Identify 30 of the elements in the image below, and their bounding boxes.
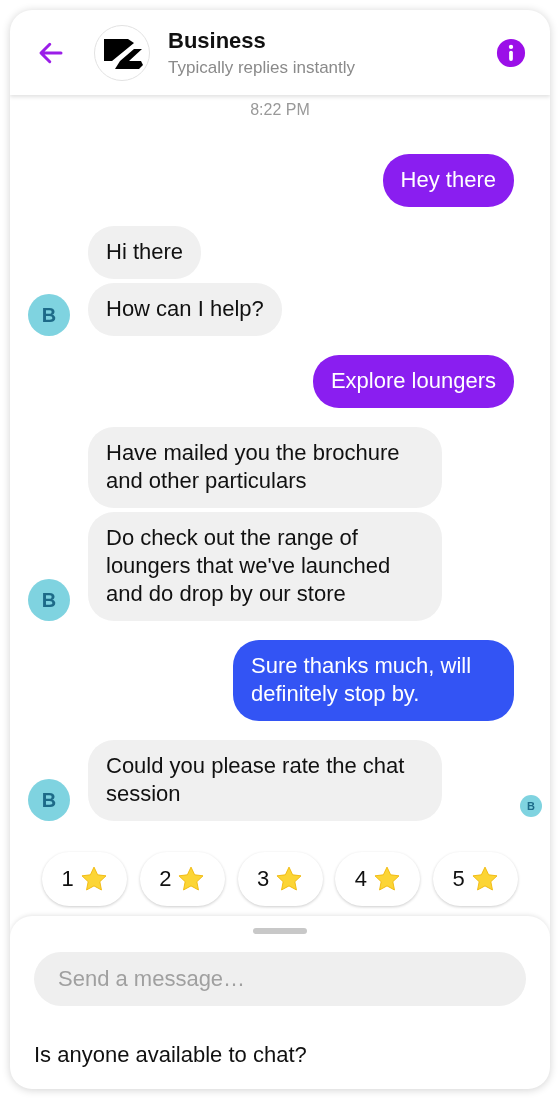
rating-chip[interactable]: 1 <box>42 852 127 906</box>
star-icon <box>470 865 499 893</box>
avatar: B <box>28 779 70 821</box>
sent-message: Sure thanks much, will definitely stop by. <box>233 640 514 721</box>
status-text: Typically replies instantly <box>168 57 357 78</box>
received-message: Do check out the range of loungers that we've launched and do drop by our store <box>88 512 442 621</box>
rating-chip[interactable]: 3 <box>237 852 323 906</box>
received-message: Could you please rate the chat session <box>88 740 442 821</box>
star-icon <box>372 865 401 893</box>
business-name: Business <box>168 27 267 54</box>
avatar: B <box>28 294 70 336</box>
avatar: B <box>28 579 70 621</box>
suggested-message[interactable]: Is anyone available to chat? <box>34 1042 307 1068</box>
info-icon[interactable] <box>496 37 526 68</box>
message-input[interactable]: Send a message… <box>34 952 526 1006</box>
logo-icon <box>94 24 150 81</box>
read-receipt-avatar: B <box>520 795 542 817</box>
star-icon <box>275 865 304 893</box>
star-icon <box>177 865 206 893</box>
drag-handle[interactable] <box>253 928 307 934</box>
rating-chip[interactable]: 2 <box>139 852 225 906</box>
timestamp: 8:22 PM <box>250 101 310 119</box>
received-message: Hi there <box>88 226 202 279</box>
star-icon <box>79 865 108 893</box>
sent-message: Hey there <box>382 154 514 207</box>
rating-chip[interactable]: 5 <box>433 852 518 906</box>
rating-chip[interactable]: 4 <box>335 852 421 906</box>
received-message: Have mailed you the brochure and other particulars <box>88 427 442 508</box>
sent-message: Explore loungers <box>312 355 514 408</box>
received-message: How can I help? <box>88 283 282 336</box>
